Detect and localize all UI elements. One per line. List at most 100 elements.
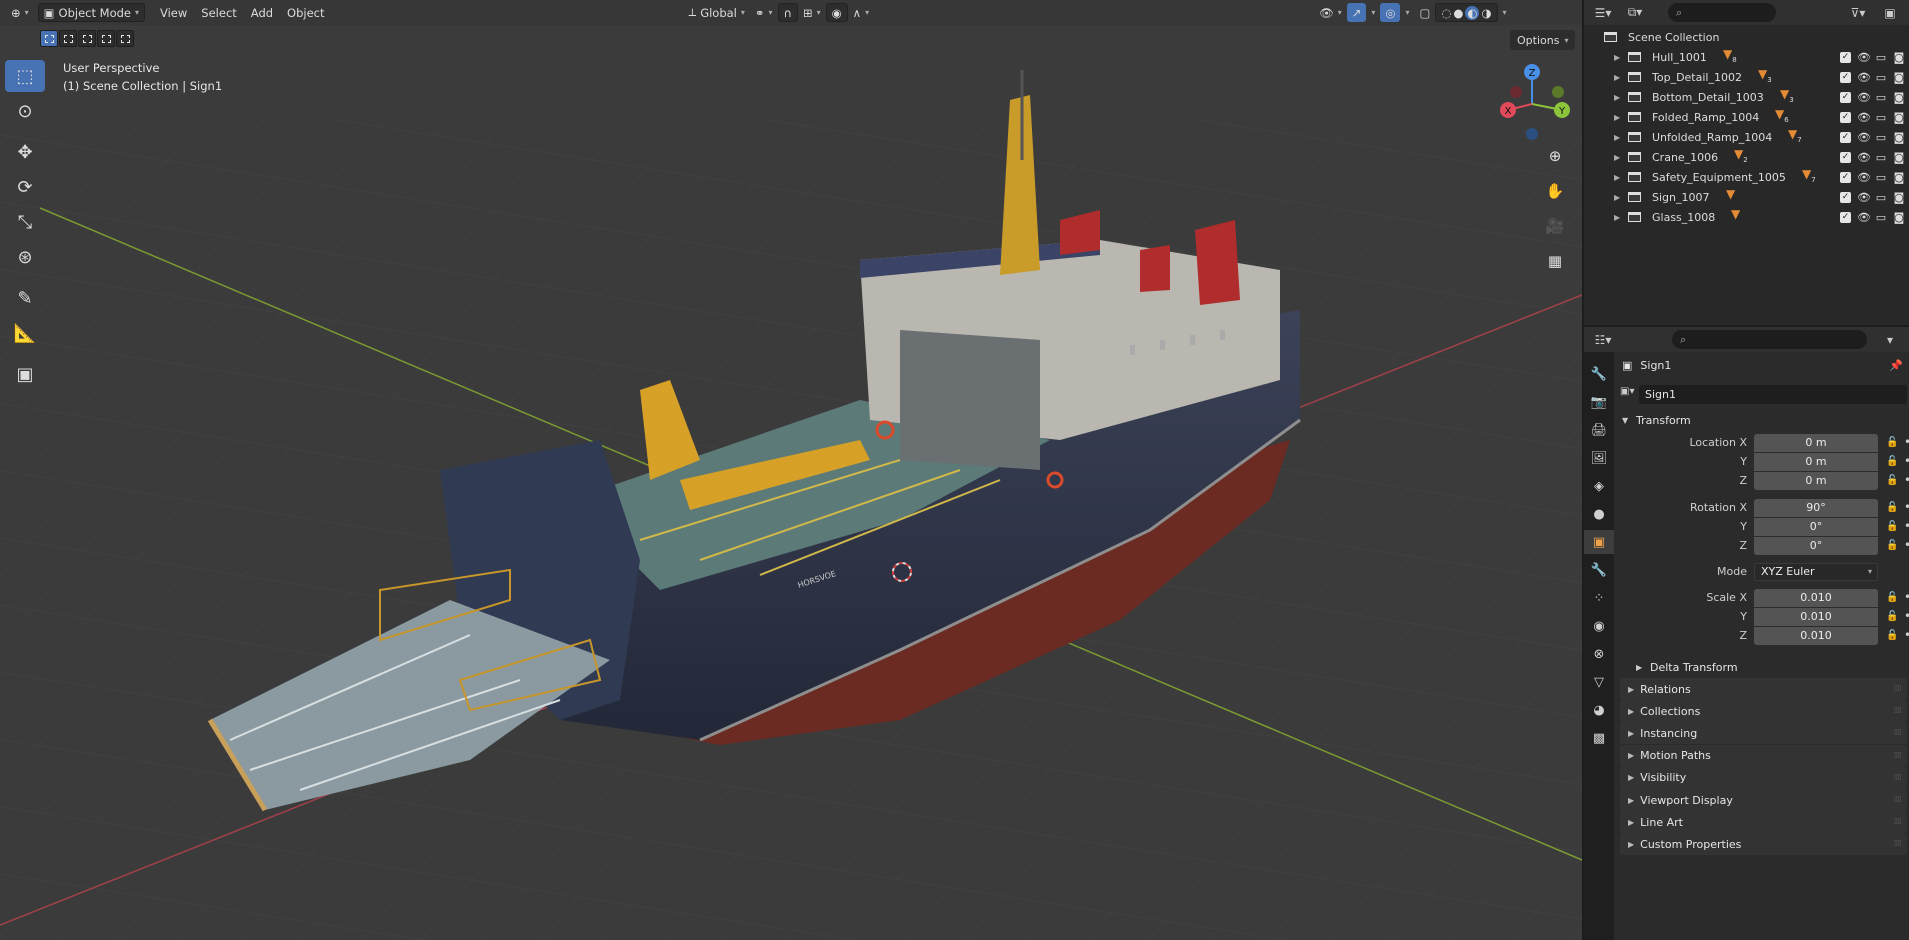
rotation-y-field[interactable]: 0° (1754, 518, 1878, 536)
location-z-field[interactable]: 0 m (1754, 472, 1878, 490)
rotation-z-field[interactable]: 0° (1754, 537, 1878, 555)
keyframe-dot-icon[interactable]: • (1904, 538, 1909, 552)
lock-icon[interactable]: 🔓 (1886, 502, 1898, 513)
orientation-selector[interactable]: ⟂ Global ▾ (684, 3, 750, 22)
drag-grip-icon[interactable]: ⁞⁞⁞⁞ (1894, 728, 1903, 738)
menu-select[interactable]: Select (194, 6, 243, 20)
drag-grip-icon[interactable]: ⁞⁞⁞⁞ (1894, 839, 1903, 849)
snap-target-button[interactable]: ⊞ ▾ (798, 3, 826, 22)
rotation-mode-select[interactable]: XYZ Euler ▾ (1754, 563, 1878, 581)
overlays-toggle[interactable]: ◎ (1380, 3, 1401, 22)
outliner-row[interactable]: ▶ Bottom_Detail_1003 ▼3 ✓ 👁 ▭ ◙ (1584, 87, 1909, 107)
monitor-icon[interactable]: ▭ (1875, 211, 1887, 224)
camera-render-icon[interactable]: ◙ (1893, 171, 1905, 184)
chevron-right-icon[interactable]: ▶ (1614, 93, 1620, 102)
camera-render-icon[interactable]: ◙ (1893, 51, 1905, 64)
eye-icon[interactable]: 👁 (1857, 171, 1871, 184)
eye-icon[interactable]: 👁 (1857, 151, 1871, 164)
annotate-tool[interactable]: ✎ (5, 282, 45, 314)
panel-collections[interactable]: ▶ Collections ⁞⁞⁞⁞ (1620, 700, 1907, 723)
chevron-right-icon[interactable]: ▶ (1614, 173, 1620, 182)
particles-tab-icon[interactable]: ⁘ (1584, 586, 1614, 610)
measure-tool[interactable]: 📐 (5, 317, 45, 349)
location-x-field[interactable]: 0 m (1754, 434, 1878, 452)
camera-render-icon[interactable]: ◙ (1893, 91, 1905, 104)
filter-icon[interactable]: ⊽▾ (1845, 3, 1871, 22)
exclude-checkbox[interactable]: ✓ (1840, 91, 1851, 103)
select-subtract-icon[interactable] (78, 30, 96, 47)
panel-visibility[interactable]: ▶ Visibility ⁞⁞⁞⁞ (1620, 766, 1907, 789)
outliner-search-input[interactable]: ⌕ (1668, 3, 1776, 22)
pan-hand-icon[interactable]: ✋ (1542, 178, 1568, 204)
monitor-icon[interactable]: ▭ (1875, 191, 1887, 204)
lock-icon[interactable]: 🔓 (1886, 611, 1898, 622)
chevron-right-icon[interactable]: ▶ (1614, 213, 1620, 222)
drag-grip-icon[interactable]: ⁞⁞⁞⁞ (1894, 773, 1903, 783)
modifier-tab-icon[interactable]: 🔧 (1584, 558, 1614, 582)
solid-shading-icon[interactable]: ● (1453, 6, 1463, 20)
material-tab-icon[interactable]: ◕ (1584, 698, 1614, 722)
panel-relations[interactable]: ▶ Relations ⁞⁞⁞⁞ (1620, 678, 1907, 700)
panel-instancing[interactable]: ▶ Instancing ⁞⁞⁞⁞ (1620, 722, 1907, 745)
select-invert-icon[interactable] (97, 30, 115, 47)
keyframe-dot-icon[interactable]: • (1904, 454, 1909, 468)
menu-object[interactable]: Object (280, 6, 331, 20)
zoom-icon[interactable]: ⊕ (1542, 143, 1568, 169)
chevron-right-icon[interactable]: ▶ (1614, 153, 1620, 162)
material-shading-icon[interactable]: ◐ (1465, 5, 1480, 20)
scene-collection-row[interactable]: Scene Collection (1584, 27, 1909, 47)
proportional-edit-toggle[interactable]: ◉ (825, 3, 848, 22)
panel-line-art[interactable]: ▶ Line Art ⁞⁞⁞⁞ (1620, 811, 1907, 834)
exclude-checkbox[interactable]: ✓ (1840, 71, 1851, 83)
physics-tab-icon[interactable]: ◉ (1584, 614, 1614, 638)
lock-icon[interactable]: 🔓 (1886, 630, 1898, 641)
texture-tab-icon[interactable]: ▩ (1584, 726, 1614, 750)
visibility-button[interactable]: 👁 ▾ (1314, 3, 1347, 22)
eye-icon[interactable]: 👁 (1857, 191, 1871, 204)
shading-modes[interactable]: ◌ ● ◐ ◑ (1435, 3, 1498, 22)
delta-transform-header[interactable]: ▶ Delta Transform (1636, 657, 1738, 677)
output-tab-icon[interactable]: 🖨 (1584, 418, 1614, 442)
options-button[interactable]: Options ▾ (1510, 30, 1576, 50)
transform-panel-header[interactable]: ▼ Transform (1622, 410, 1691, 430)
exclude-checkbox[interactable]: ✓ (1840, 171, 1851, 183)
constraints-tab-icon[interactable]: ⊗ (1584, 642, 1614, 666)
chevron-right-icon[interactable]: ▶ (1614, 53, 1620, 62)
location-y-field[interactable]: 0 m (1754, 453, 1878, 471)
scale-y-field[interactable]: 0.010 (1754, 608, 1878, 626)
mode-selector[interactable]: ▣ Object Mode ▾ (37, 3, 145, 22)
ortho-grid-icon[interactable]: ▦ (1542, 248, 1568, 274)
render-tab-icon[interactable]: 📷 (1584, 390, 1614, 414)
gizmo-options[interactable]: ▾ (1366, 3, 1380, 22)
camera-render-icon[interactable]: ◙ (1893, 131, 1905, 144)
add-cube-tool[interactable]: ▣ (5, 358, 45, 390)
rotation-x-field[interactable]: 90° (1754, 499, 1878, 517)
select-new-icon[interactable] (40, 30, 58, 47)
drag-grip-icon[interactable]: ⁞⁞⁞⁞ (1894, 817, 1903, 827)
pivot-point-button[interactable]: ⚭ ▾ (750, 3, 778, 22)
keyframe-dot-icon[interactable]: • (1904, 609, 1909, 623)
outliner-row[interactable]: ▶ Top_Detail_1002 ▼3 ✓ 👁 ▭ ◙ (1584, 67, 1909, 87)
snap-toggle[interactable]: ∩ (777, 3, 798, 22)
lock-icon[interactable]: 🔓 (1886, 521, 1898, 532)
exclude-checkbox[interactable]: ✓ (1840, 211, 1851, 223)
scale-x-field[interactable]: 0.010 (1754, 589, 1878, 607)
select-intersect-icon[interactable] (116, 30, 134, 47)
object-name-field[interactable]: Sign1 (1639, 385, 1907, 404)
exclude-checkbox[interactable]: ✓ (1840, 51, 1851, 63)
panel-motion-paths[interactable]: ▶ Motion Paths ⁞⁞⁞⁞ (1620, 744, 1907, 767)
camera-icon[interactable]: 🎥 (1542, 213, 1568, 239)
rotate-tool[interactable]: ⟳ (5, 171, 45, 203)
object-type-icon[interactable]: ▣▾ (1620, 386, 1640, 403)
view-layer-tab-icon[interactable]: 🖼 (1584, 446, 1614, 470)
chevron-right-icon[interactable]: ▶ (1614, 193, 1620, 202)
keyframe-dot-icon[interactable]: • (1904, 628, 1909, 642)
exclude-checkbox[interactable]: ✓ (1840, 151, 1851, 163)
monitor-icon[interactable]: ▭ (1875, 151, 1887, 164)
exclude-checkbox[interactable]: ✓ (1840, 111, 1851, 123)
keyframe-dot-icon[interactable]: • (1904, 519, 1909, 533)
outliner-row[interactable]: ▶ Folded_Ramp_1004 ▼6 ✓ 👁 ▭ ◙ (1584, 107, 1909, 127)
rendered-shading-icon[interactable]: ◑ (1481, 6, 1491, 20)
overlays-options[interactable]: ▾ (1400, 3, 1414, 22)
outliner-row[interactable]: ▶ Glass_1008 ▼ ✓ 👁 ▭ ◙ (1584, 207, 1909, 227)
